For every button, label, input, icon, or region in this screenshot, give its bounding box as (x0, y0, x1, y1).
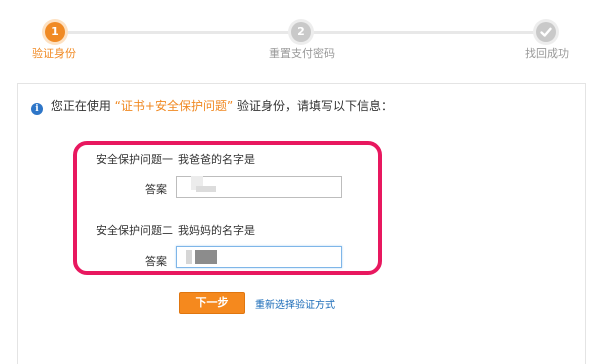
question-2-label: 安全保护问题二 (96, 224, 173, 237)
info-prefix: 您正在使用 (50, 99, 111, 113)
answer-1-label: 答案 (145, 183, 167, 196)
question-2-text: 我妈妈的名字是 (178, 224, 255, 237)
redacted-text (186, 250, 192, 264)
question-1-text: 我爸爸的名字是 (178, 153, 255, 166)
check-icon (536, 22, 556, 42)
step-1-number: 1 (45, 22, 65, 42)
reselect-method-link[interactable]: 重新选择验证方式 (255, 296, 335, 311)
question-1-label: 安全保护问题一 (96, 153, 173, 166)
step-connector (55, 31, 291, 34)
info-message: i 您正在使用 “证书+安全保护问题” 验证身份，请填写以下信息： (31, 97, 393, 115)
step-3-label: 找回成功 (525, 47, 569, 60)
redacted-text (195, 250, 217, 264)
step-connector (310, 31, 536, 34)
answer-2-label: 答案 (145, 255, 167, 268)
step-2-label: 重置支付密码 (269, 47, 335, 60)
info-suffix: 验证身份，请填写以下信息： (237, 99, 394, 113)
redacted-text (196, 186, 216, 192)
step-2-number: 2 (291, 22, 311, 42)
info-method: 证书+安全保护问题 (120, 99, 227, 113)
info-icon: i (31, 103, 43, 115)
step-1-label: 验证身份 (32, 47, 76, 60)
info-quote-close: ” (226, 99, 234, 113)
next-step-button[interactable]: 下一步 (179, 292, 245, 314)
